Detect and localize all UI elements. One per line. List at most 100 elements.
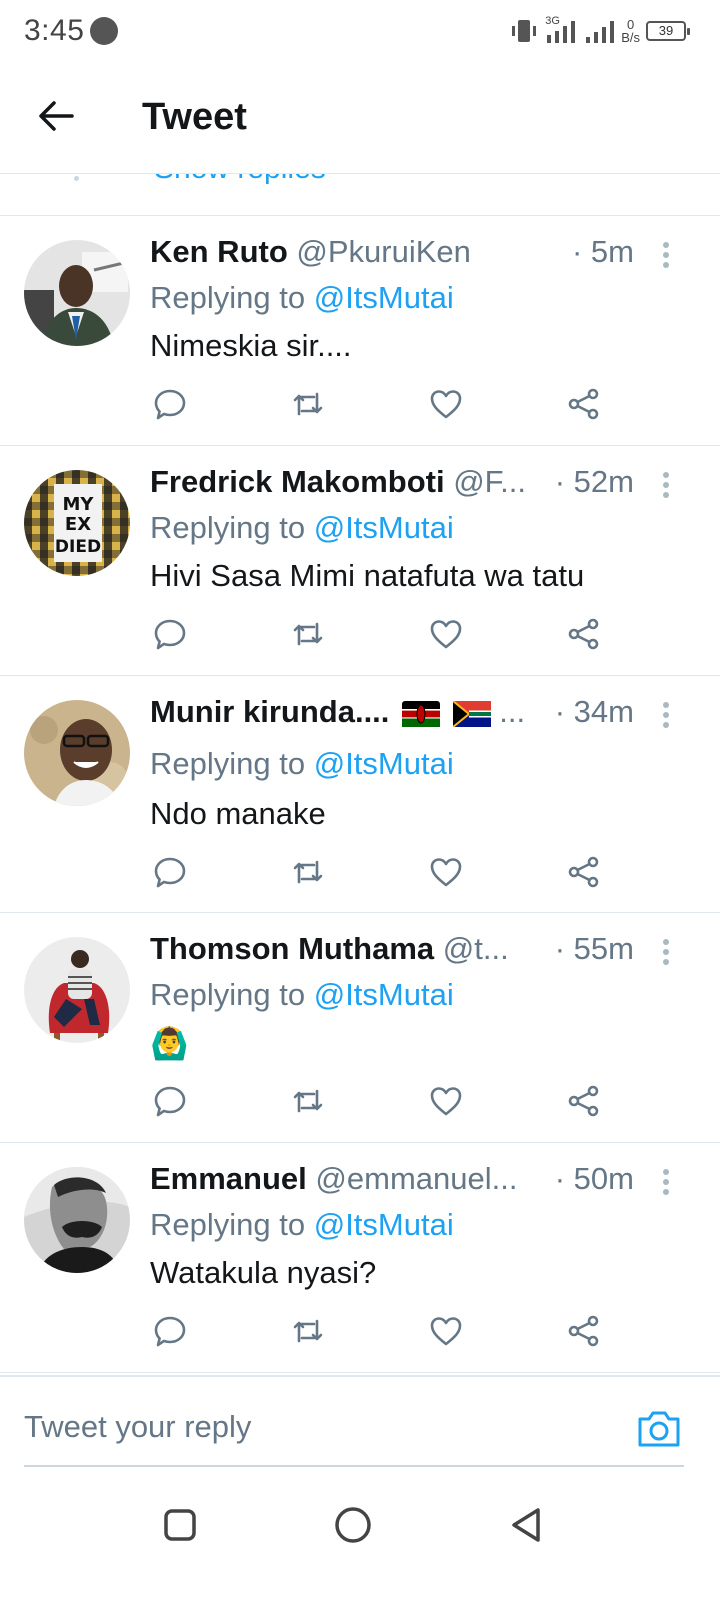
author-handle[interactable]: @emmanuel...: [315, 1161, 517, 1196]
share-icon: [568, 618, 599, 650]
author-handle[interactable]: @PkuruiKen: [296, 234, 471, 269]
replying-mention[interactable]: @ItsMutai: [314, 746, 454, 781]
network-speed-unit: B/s: [621, 30, 640, 45]
replying-mention[interactable]: @ItsMutai: [314, 510, 454, 545]
comment-icon: [154, 857, 186, 888]
replying-to: Replying to @ItsMutai: [150, 746, 454, 782]
arrow-left-icon: [39, 101, 74, 131]
more-options-icon[interactable]: [656, 238, 676, 272]
author-name[interactable]: Thomson Muthama: [150, 931, 434, 966]
tweet-header: Tweet: [0, 64, 720, 174]
like-button[interactable]: [426, 614, 466, 654]
replying-to: Replying to @ItsMutai: [150, 280, 454, 316]
more-options-icon[interactable]: [656, 698, 676, 732]
kenya-flag-icon: [402, 700, 441, 727]
reply-item[interactable]: Ken Ruto @PkuruiKen · 5m Replying to @It…: [0, 216, 720, 446]
tweet-time: · 34m: [548, 694, 634, 730]
replying-mention[interactable]: @ItsMutai: [314, 1207, 454, 1242]
share-icon: [568, 388, 599, 420]
author-name[interactable]: Emmanuel: [150, 1161, 307, 1196]
battery-icon: 39: [646, 21, 690, 41]
svg-text:DIED: DIED: [55, 537, 101, 557]
reply-button[interactable]: [150, 384, 190, 424]
back-nav-button[interactable]: [503, 1502, 549, 1548]
retweet-icon: [293, 1089, 323, 1113]
battery-level: 39: [658, 23, 674, 38]
retweet-button[interactable]: [288, 1081, 328, 1121]
reply-item[interactable]: MY EX DIED Fredrick Makomboti @F... · 52…: [0, 446, 720, 676]
avatar[interactable]: [24, 1167, 130, 1273]
author-name[interactable]: Munir kirunda....: [150, 694, 389, 729]
reply-button[interactable]: [150, 1311, 190, 1351]
reply-composer: [0, 1375, 720, 1475]
replying-prefix: Replying to: [150, 977, 306, 1012]
reply-item[interactable]: Thomson Muthama @t... · 55m Replying to …: [0, 913, 720, 1143]
like-button[interactable]: [426, 852, 466, 892]
comment-icon: [154, 389, 186, 420]
heart-icon: [430, 858, 462, 887]
avatar[interactable]: [24, 700, 130, 806]
more-options-icon[interactable]: [656, 468, 676, 502]
tweet-time: · 5m: [566, 234, 634, 270]
more-options-icon[interactable]: [656, 1165, 676, 1199]
status-icons: 3G 0 B/s 39: [509, 14, 690, 48]
home-button[interactable]: [330, 1502, 376, 1548]
replying-mention[interactable]: @ItsMutai: [314, 977, 454, 1012]
retweet-button[interactable]: [288, 852, 328, 892]
status-time: 3:45: [24, 14, 85, 47]
signal-3g-icon: 3G: [545, 15, 579, 45]
reply-button[interactable]: [150, 852, 190, 892]
svg-text:MY: MY: [63, 494, 95, 515]
retweet-icon: [293, 622, 323, 646]
heart-icon: [430, 1087, 462, 1116]
comment-icon: [154, 619, 186, 650]
share-button[interactable]: [564, 1081, 604, 1121]
circle-icon: [335, 1507, 371, 1543]
reply-item[interactable]: Munir kirunda.... ... · 34m Replying to …: [0, 676, 720, 913]
signal-icon: [586, 21, 615, 43]
reply-button[interactable]: [150, 1081, 190, 1121]
retweet-button[interactable]: [288, 1311, 328, 1351]
author-handle[interactable]: @F...: [453, 464, 526, 499]
share-button[interactable]: [564, 384, 604, 424]
show-replies-row[interactable]: Show replies: [0, 174, 720, 216]
reply-actions: [150, 1081, 630, 1125]
recent-apps-button[interactable]: [157, 1502, 203, 1548]
like-button[interactable]: [426, 384, 466, 424]
avatar[interactable]: [24, 937, 130, 1043]
camera-button[interactable]: [636, 1407, 682, 1449]
more-options-icon[interactable]: [656, 935, 676, 969]
share-button[interactable]: [564, 852, 604, 892]
reply-button[interactable]: [150, 614, 190, 654]
reply-actions: [150, 852, 630, 896]
avatar[interactable]: [24, 240, 130, 346]
network-speed: 0 B/s: [621, 18, 640, 44]
replying-mention[interactable]: @ItsMutai: [314, 280, 454, 315]
reply-text: Ndo manake: [150, 796, 326, 831]
reply-text: Nimeskia sir....: [150, 328, 352, 363]
reply-actions: [150, 384, 630, 428]
retweet-button[interactable]: [288, 384, 328, 424]
vibrate-icon: [512, 20, 537, 42]
tweet-reply-input[interactable]: [24, 1401, 584, 1453]
retweet-icon: [293, 860, 323, 884]
share-button[interactable]: [564, 614, 604, 654]
reply-item[interactable]: Emmanuel @emmanuel... · 50m Replying to …: [0, 1143, 720, 1373]
retweet-icon: [293, 392, 323, 416]
author-name[interactable]: Fredrick Makomboti: [150, 464, 445, 499]
svg-text:EX: EX: [65, 514, 91, 535]
back-button[interactable]: [32, 92, 80, 140]
like-button[interactable]: [426, 1311, 466, 1351]
replying-to: Replying to @ItsMutai: [150, 510, 454, 546]
author-handle[interactable]: @t...: [443, 931, 509, 966]
author-name[interactable]: Ken Ruto: [150, 234, 288, 269]
show-replies-link[interactable]: Show replies: [154, 174, 326, 186]
notification-dot-icon: [90, 17, 118, 45]
tweet-time: · 55m: [548, 931, 634, 967]
author-handle[interactable]: ...: [499, 694, 525, 729]
retweet-button[interactable]: [288, 614, 328, 654]
share-button[interactable]: [564, 1311, 604, 1351]
avatar[interactable]: MY EX DIED: [24, 470, 130, 576]
like-button[interactable]: [426, 1081, 466, 1121]
share-icon: [568, 1315, 599, 1347]
